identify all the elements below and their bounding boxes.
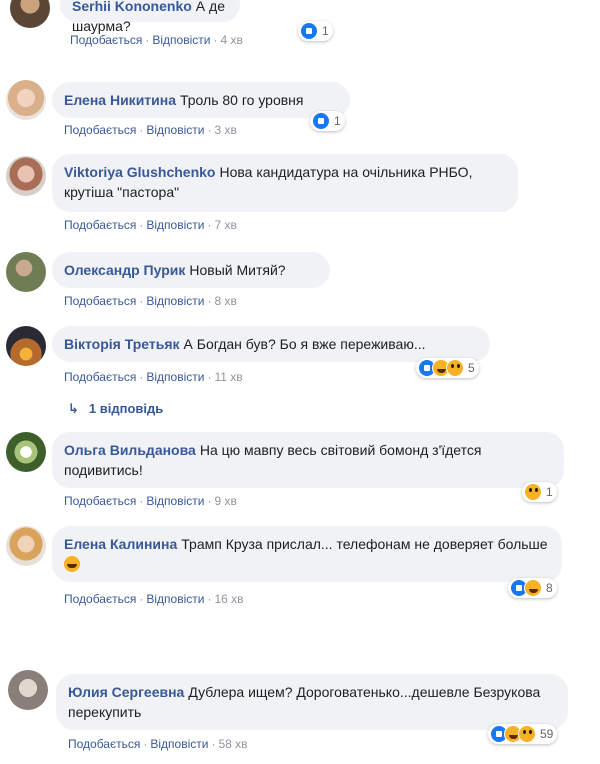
wow-reaction-icon	[518, 725, 536, 743]
reply-button[interactable]: Відповісти	[152, 33, 210, 47]
comment-actions: Подобається · Відповісти · 7 хв	[64, 215, 237, 235]
separator-dot: ·	[139, 494, 144, 508]
comment-bubble: Елена Никитина Троль 80 го уровня	[52, 82, 350, 118]
comment-timestamp[interactable]: 58 хв	[218, 737, 247, 751]
comment-author[interactable]: Олександр Пурик	[64, 262, 185, 278]
comment-actions: Подобається · Відповісти · 8 хв	[64, 291, 237, 311]
like-reaction-icon	[312, 112, 330, 130]
replies-count-label: 1 відповідь	[88, 401, 164, 416]
avatar[interactable]	[6, 80, 46, 120]
reply-button[interactable]: Відповісти	[150, 737, 208, 751]
comment-author[interactable]: Serhii Kononenko	[72, 0, 192, 14]
reaction-count: 5	[468, 361, 475, 375]
comment-author[interactable]: Елена Никитина	[64, 92, 176, 108]
comment-timestamp[interactable]: 4 хв	[220, 33, 242, 47]
reaction-count: 1	[322, 24, 329, 38]
like-button[interactable]: Подобається	[70, 33, 142, 47]
separator-dot: ·	[139, 218, 144, 232]
reply-button[interactable]: Відповісти	[146, 123, 204, 137]
reaction-summary[interactable]: 5	[416, 358, 479, 378]
comment-author[interactable]: Вікторія Третьяк	[64, 336, 180, 352]
like-button[interactable]: Подобається	[64, 494, 136, 508]
comment-bubble: Serhii Kononenko А де шаурма?	[60, 0, 240, 34]
comment-author[interactable]: Юлия Сергеевна	[68, 684, 184, 700]
reaction-count: 59	[540, 727, 554, 741]
reaction-summary[interactable]: 59	[488, 724, 558, 744]
comment-actions: Подобається · Відповісти · 4 хв	[70, 30, 243, 50]
separator-dot: ·	[139, 370, 144, 384]
separator-dot: ·	[207, 123, 212, 137]
comment-bubble: Ольга Вильданова На цю мавпу весь світови…	[52, 432, 564, 488]
comment-author[interactable]: Елена Калинина	[64, 536, 177, 552]
reply-arrow-icon: ↳	[68, 401, 79, 416]
reaction-count: 8	[546, 581, 553, 595]
comment-bubble: Viktoriya Glushchenko Нова кандидатура на…	[52, 154, 518, 212]
avatar[interactable]	[6, 432, 46, 472]
separator-dot: ·	[139, 123, 144, 137]
avatar[interactable]	[6, 326, 46, 366]
comment-text: А Богдан був? Бо я вже переживаю...	[183, 336, 426, 352]
separator-dot: ·	[213, 33, 218, 47]
reaction-summary[interactable]: 1	[310, 111, 345, 131]
separator-dot: ·	[207, 494, 212, 508]
separator-dot: ·	[139, 294, 144, 308]
reaction-summary[interactable]: 1	[298, 21, 333, 41]
separator-dot: ·	[139, 592, 144, 606]
reply-button[interactable]: Відповісти	[146, 592, 204, 606]
comment-actions: Подобається · Відповісти · 11 хв	[64, 367, 243, 387]
like-button[interactable]: Подобається	[64, 123, 136, 137]
reply-button[interactable]: Відповісти	[146, 494, 204, 508]
comment-actions: Подобається · Відповісти · 9 хв	[64, 491, 237, 511]
separator-dot: ·	[207, 294, 212, 308]
comment-timestamp[interactable]: 16 хв	[214, 592, 243, 606]
comment-text: Трамп Круза прислал... телефонам не дове…	[181, 536, 548, 552]
wow-reaction-icon	[446, 359, 464, 377]
comment-timestamp[interactable]: 7 хв	[214, 218, 236, 232]
comment-actions: Подобається · Відповісти · 16 хв	[64, 589, 244, 609]
like-button[interactable]: Подобається	[64, 218, 136, 232]
separator-dot: ·	[207, 592, 212, 606]
like-button[interactable]: Подобається	[64, 370, 136, 384]
separator-dot: ·	[207, 218, 212, 232]
reaction-count: 1	[334, 114, 341, 128]
comment-bubble: Юлия Сергеевна Дублера ищем? Дороговатень…	[56, 674, 568, 730]
comment-timestamp[interactable]: 8 хв	[214, 294, 236, 308]
comment-timestamp[interactable]: 3 хв	[214, 123, 236, 137]
comment-bubble: Олександр Пурик Новый Митяй?	[52, 252, 330, 288]
separator-dot: ·	[207, 370, 212, 384]
avatar[interactable]	[6, 156, 46, 196]
like-button[interactable]: Подобається	[68, 737, 140, 751]
like-button[interactable]: Подобається	[64, 294, 136, 308]
avatar[interactable]	[8, 670, 48, 710]
reaction-summary[interactable]: 8	[508, 578, 557, 598]
like-reaction-icon	[300, 22, 318, 40]
comment-author[interactable]: Ольга Вильданова	[64, 442, 196, 458]
comment-bubble: Вікторія Третьяк А Богдан був? Бо я вже п…	[52, 326, 490, 362]
reply-button[interactable]: Відповісти	[146, 218, 204, 232]
comment-author[interactable]: Viktoriya Glushchenko	[64, 164, 215, 180]
separator-dot: ·	[143, 737, 148, 751]
comment-actions: Подобається · Відповісти · 58 хв	[68, 734, 248, 754]
comment-timestamp[interactable]: 9 хв	[214, 494, 236, 508]
comment-text: Новый Митяй?	[189, 262, 286, 278]
reply-button[interactable]: Відповісти	[146, 370, 204, 384]
reply-button[interactable]: Відповісти	[146, 294, 204, 308]
reaction-count: 1	[546, 485, 553, 499]
separator-dot: ·	[145, 33, 150, 47]
haha-reaction-icon	[524, 579, 542, 597]
reaction-summary[interactable]: 1	[522, 482, 557, 502]
avatar[interactable]	[6, 252, 46, 292]
comment-timestamp[interactable]: 11 хв	[214, 370, 242, 384]
comment-actions: Подобається · Відповісти · 3 хв	[64, 120, 237, 140]
comment-text: Троль 80 го уровня	[180, 92, 304, 108]
like-button[interactable]: Подобається	[64, 592, 136, 606]
wow-reaction-icon	[524, 483, 542, 501]
avatar[interactable]	[6, 526, 46, 566]
laughing-emoji-icon	[64, 556, 80, 572]
avatar[interactable]	[10, 0, 50, 28]
separator-dot: ·	[211, 737, 216, 751]
comment-bubble: Елена Калинина Трамп Круза прислал... тел…	[52, 526, 562, 582]
view-replies-link[interactable]: ↳ 1 відповідь	[68, 401, 163, 417]
